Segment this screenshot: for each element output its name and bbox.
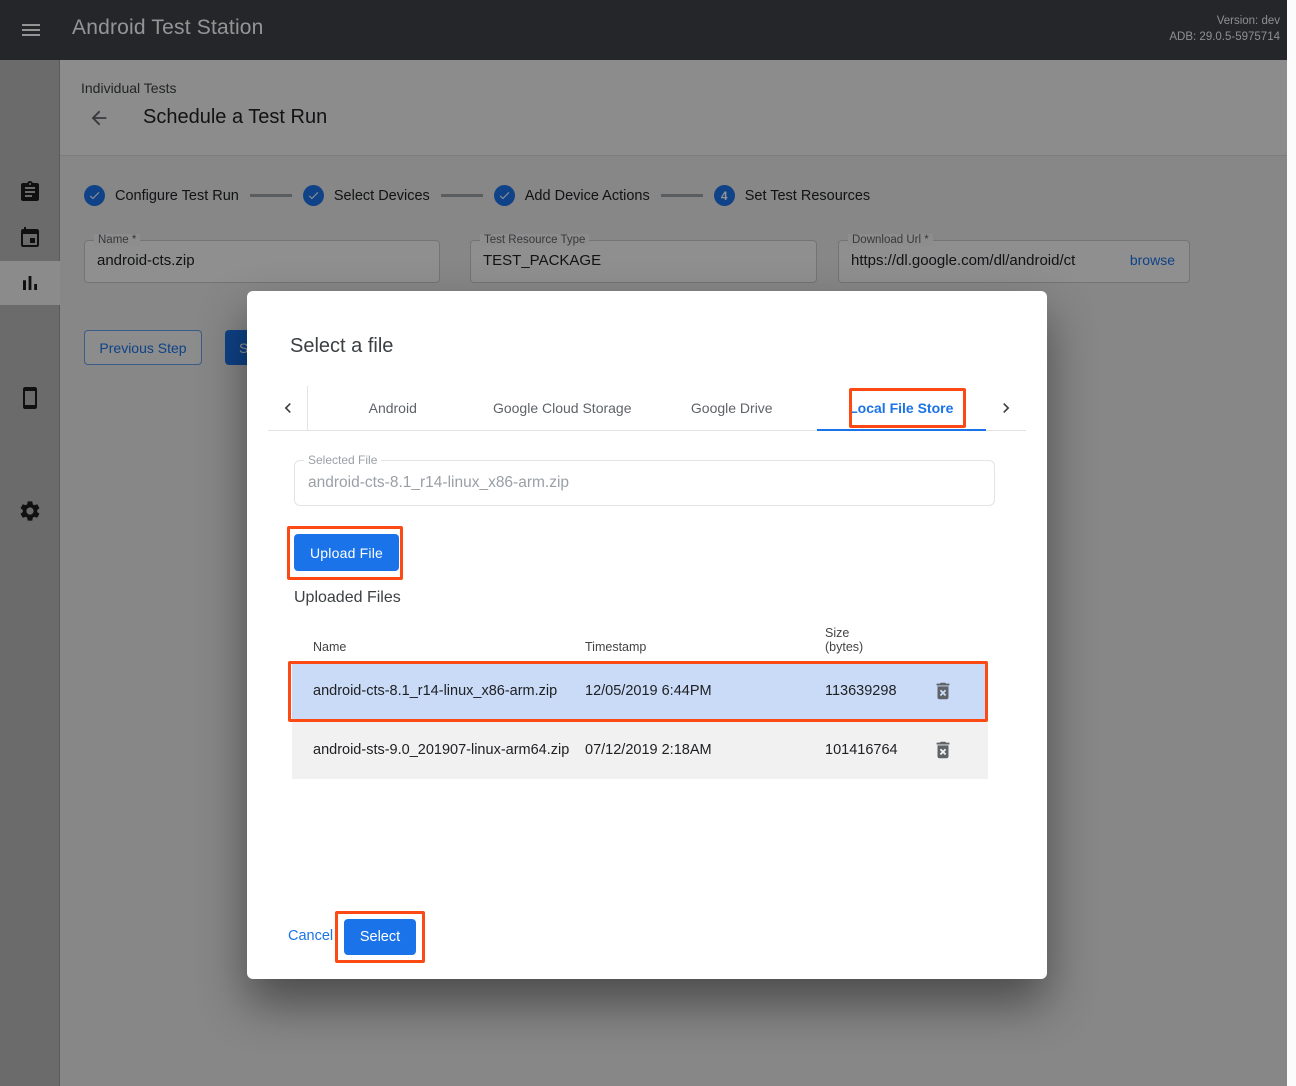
actions-cell [898,735,988,765]
cancel-button[interactable]: Cancel [288,928,333,944]
column-header-timestamp: Timestamp [585,640,825,654]
chevron-left-icon[interactable] [268,386,308,430]
file-name-cell: android-cts-8.1_r14-linux_x86-arm.zip [292,683,585,699]
timestamp-cell: 07/12/2019 2:18AM [585,742,825,758]
table-header: Name Timestamp Size (bytes) [292,621,988,661]
tab-google-cloud-storage[interactable]: Google Cloud Storage [478,386,648,430]
scrollbar[interactable] [1287,0,1296,1086]
upload-file-button[interactable]: Upload File [294,534,399,571]
tab-android[interactable]: Android [308,386,478,430]
file-name-cell: android-sts-9.0_201907-linux-arm64.zip [292,742,585,758]
dialog-tabbar: Android Google Cloud Storage Google Driv… [268,386,1026,431]
select-file-dialog: Select a file Android Google Cloud Stora… [247,291,1047,979]
size-cell: 101416764 [825,743,898,757]
table-row[interactable]: android-cts-8.1_r14-linux_x86-arm.zip 12… [292,661,988,720]
column-header-name: Name [292,640,585,654]
tab-google-drive[interactable]: Google Drive [647,386,817,430]
dialog-title: Select a file [290,335,393,358]
delete-file-button[interactable] [928,735,958,765]
field-label: Selected File [304,453,381,467]
select-button[interactable]: Select [344,919,416,955]
selected-file-value: android-cts-8.1_r14-linux_x86-arm.zip [308,474,984,492]
screen: Android Test Station Version: dev ADB: 2… [0,0,1296,1086]
column-header-size: Size (bytes) [825,626,918,654]
actions-cell [898,676,988,706]
selected-file-field[interactable]: Selected File android-cts-8.1_r14-linux_… [294,460,995,506]
uploaded-files-title: Uploaded Files [294,589,401,607]
trash-icon [932,680,954,702]
size-cell: 113639298 [825,684,898,698]
table-row[interactable]: android-sts-9.0_201907-linux-arm64.zip 0… [292,720,988,779]
timestamp-cell: 12/05/2019 6:44PM [585,683,825,699]
chevron-right-icon[interactable] [986,386,1026,430]
dialog-tabs: Android Google Cloud Storage Google Driv… [308,386,986,430]
delete-file-button[interactable] [928,676,958,706]
tab-local-file-store[interactable]: Local File Store [817,386,987,430]
trash-icon [932,739,954,761]
uploaded-files-table: Name Timestamp Size (bytes) android-cts-… [292,621,988,779]
